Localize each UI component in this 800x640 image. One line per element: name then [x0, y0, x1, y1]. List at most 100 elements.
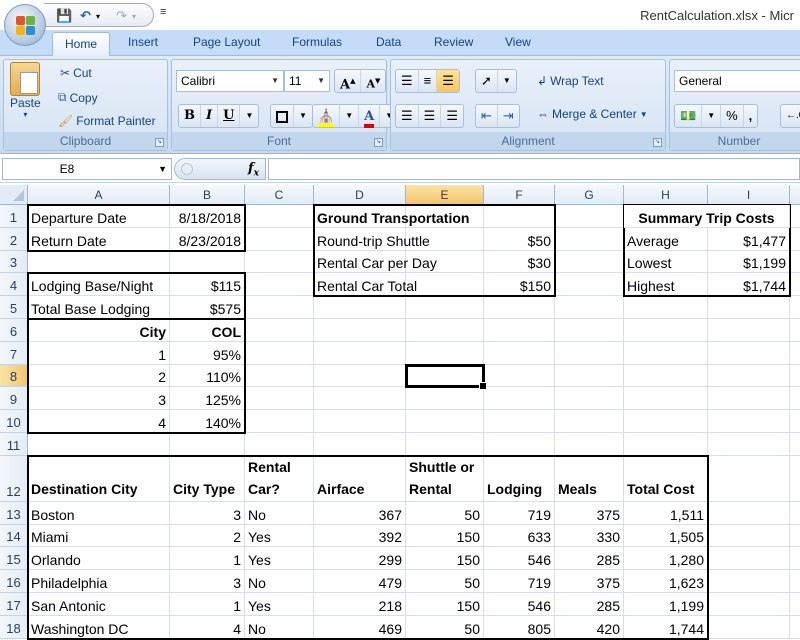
align-bottom-icon[interactable]: ☰	[437, 70, 459, 92]
borders-button[interactable]: ▼	[270, 104, 313, 128]
cell-e2[interactable]	[406, 227, 484, 251]
cell-i15[interactable]	[708, 547, 790, 571]
cell-g12[interactable]: Meals	[555, 455, 624, 502]
cell-i3[interactable]: $1,199	[708, 250, 790, 274]
row-header-3[interactable]: 3	[0, 250, 28, 274]
cell-h1[interactable]: Summary Trip Costs	[624, 205, 790, 228]
cell-e9[interactable]	[406, 387, 484, 411]
cell-f10[interactable]	[484, 410, 555, 433]
cell-g9[interactable]	[555, 387, 624, 411]
cell-f2[interactable]: $50	[484, 227, 555, 251]
underline-dropdown-icon[interactable]: ▼	[240, 105, 258, 127]
cell-j5[interactable]	[790, 296, 800, 319]
cell-d10[interactable]	[314, 410, 406, 433]
cell-e13[interactable]: 50	[406, 501, 484, 525]
cell-b10[interactable]: 140%	[170, 410, 245, 433]
align-center-icon[interactable]: ☰	[419, 105, 442, 127]
increase-decimal-button[interactable]: ←.00	[781, 105, 800, 127]
cell-a14[interactable]: Miami	[28, 524, 170, 548]
cell-a7[interactable]: 1	[28, 341, 170, 365]
cell-c14[interactable]: Yes	[245, 524, 314, 548]
cell-b5[interactable]: $575	[170, 296, 245, 319]
cell-e10[interactable]	[406, 410, 484, 433]
row-header-12[interactable]: 12	[0, 455, 28, 502]
cell-d12[interactable]: Airface	[314, 455, 406, 502]
cell-i2[interactable]: $1,477	[708, 227, 790, 251]
row-header-16[interactable]: 16	[0, 570, 28, 593]
cell-e6[interactable]	[406, 319, 484, 342]
cell-c12[interactable]: Rental Car?	[245, 455, 314, 502]
cell-j11[interactable]	[790, 433, 800, 456]
italic-button[interactable]: I	[201, 105, 219, 127]
column-header-d[interactable]: D	[314, 185, 406, 205]
cell-a13[interactable]: Boston	[28, 501, 170, 525]
formula-input[interactable]	[268, 158, 800, 180]
cell-i11[interactable]	[708, 433, 790, 456]
cell-i10[interactable]	[708, 410, 790, 433]
cell-a10[interactable]: 4	[28, 410, 170, 433]
customize-icon[interactable]: ≡	[160, 6, 166, 18]
cell-f12[interactable]: Lodging	[484, 455, 555, 502]
cell-j17[interactable]	[790, 593, 800, 616]
row-header-2[interactable]: 2	[0, 227, 28, 251]
cell-e11[interactable]	[406, 433, 484, 456]
cell-d13[interactable]: 367	[314, 501, 406, 525]
cell-f17[interactable]: 546	[484, 593, 555, 616]
cell-a8[interactable]: 2	[28, 364, 170, 388]
undo-dropdown-icon[interactable]: ▾	[96, 12, 100, 21]
cell-g4[interactable]	[555, 273, 624, 297]
cell-h3[interactable]: Lowest	[624, 250, 708, 274]
cell-g3[interactable]	[555, 250, 624, 274]
cell-d1[interactable]: Ground Transportation	[314, 205, 469, 228]
cell-c4[interactable]	[245, 273, 314, 297]
cell-b3[interactable]	[170, 250, 245, 274]
cell-j7[interactable]	[790, 342, 800, 365]
align-right-icon[interactable]: ☰	[441, 105, 463, 127]
alignment-launcher-icon[interactable]: ↘	[653, 138, 662, 147]
cell-h13[interactable]: 1,511	[624, 501, 708, 525]
cell-g6[interactable]	[555, 319, 624, 342]
cell-h8[interactable]	[624, 364, 708, 388]
decrease-indent-icon[interactable]: ⇤	[476, 105, 498, 127]
cell-c5[interactable]	[245, 296, 314, 319]
cell-i14[interactable]	[708, 524, 790, 548]
column-header-f[interactable]: F	[484, 185, 555, 205]
cell-b11[interactable]	[170, 433, 245, 456]
cell-f5[interactable]	[484, 296, 555, 319]
cell-g5[interactable]	[555, 296, 624, 319]
cell-f8[interactable]	[484, 364, 555, 388]
cell-d14[interactable]: 392	[314, 524, 406, 548]
cell-e5[interactable]	[406, 296, 484, 319]
cell-c3[interactable]	[245, 250, 314, 274]
cell-i8[interactable]	[708, 364, 790, 388]
tab-formulas[interactable]: Formulas	[292, 35, 342, 49]
cell-e3[interactable]	[406, 250, 484, 274]
cell-a18[interactable]: Washington DC	[28, 615, 170, 639]
cell-j10[interactable]	[790, 410, 800, 433]
cell-i6[interactable]	[708, 319, 790, 342]
cell-d2[interactable]: Round-trip Shuttle	[314, 227, 430, 251]
cell-b15[interactable]: 1	[170, 547, 245, 571]
row-header-5[interactable]: 5	[0, 296, 28, 319]
column-header-g[interactable]: G	[555, 185, 624, 205]
cell-j6[interactable]	[790, 319, 800, 342]
cell-b8[interactable]: 110%	[170, 364, 245, 388]
cell-h5[interactable]	[624, 296, 708, 319]
chevron-down-icon[interactable]: ▼	[702, 105, 722, 127]
cell-e17[interactable]: 150	[406, 593, 484, 616]
cell-c18[interactable]: No	[245, 615, 314, 639]
cell-j3[interactable]	[790, 251, 800, 274]
increase-indent-icon[interactable]: ⇥	[498, 105, 519, 127]
cell-c16[interactable]: No	[245, 570, 314, 593]
cell-b12[interactable]: City Type	[170, 455, 245, 502]
font-color-button[interactable]: A	[359, 105, 381, 128]
cell-d16[interactable]: 479	[314, 570, 406, 593]
cell-h14[interactable]: 1,505	[624, 524, 708, 548]
cell-f11[interactable]	[484, 433, 555, 456]
cell-d8[interactable]	[314, 364, 406, 388]
redo-icon[interactable]: ↷	[116, 8, 127, 24]
cell-i9[interactable]	[708, 387, 790, 411]
cell-d4[interactable]: Rental Car Total	[314, 273, 417, 297]
cell-c2[interactable]	[245, 227, 314, 251]
font-name-dropdown[interactable]: Calibri ▼	[176, 70, 284, 92]
